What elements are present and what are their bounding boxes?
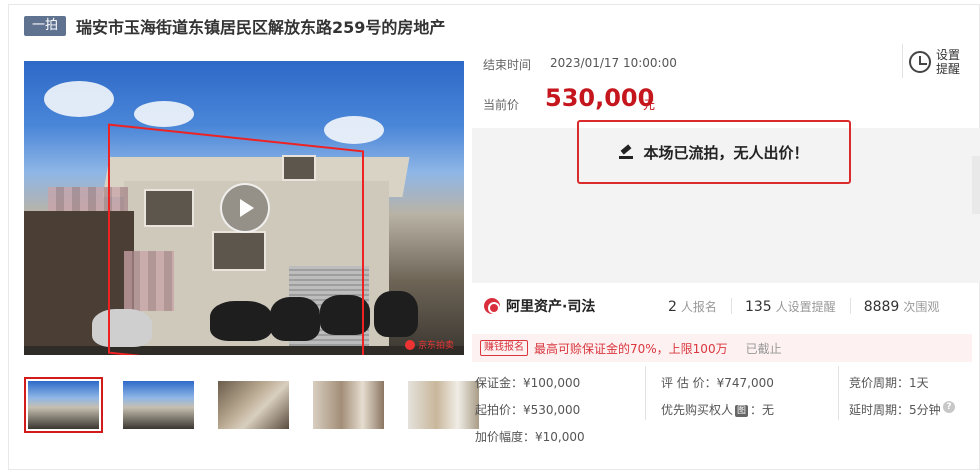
alarm-clock-icon bbox=[909, 51, 931, 73]
promo-status: 已截止 bbox=[745, 341, 782, 356]
page-title: 瑞安市玉海街道东镇居民区解放东路259号的房地产 bbox=[76, 18, 446, 37]
help-circle-icon[interactable]: ? bbox=[943, 401, 955, 413]
auction-status-text: 本场已流拍，无人出价！ bbox=[643, 143, 809, 162]
signup-count: 2 人报名 bbox=[668, 298, 717, 315]
scroll-edge bbox=[972, 156, 980, 214]
priority-info-badge[interactable]: 图 bbox=[735, 405, 749, 417]
bid-cycle: 竞价周期：1天 bbox=[849, 376, 929, 390]
cloud bbox=[134, 101, 194, 127]
set-reminder-button[interactable]: 设置提醒 bbox=[902, 44, 973, 80]
current-price: 530,000 bbox=[545, 84, 655, 112]
divider bbox=[645, 366, 646, 420]
ali-assets-logo-icon bbox=[484, 298, 500, 314]
play-icon[interactable] bbox=[220, 183, 270, 233]
priority-buyer: 优先购买权人图：无 bbox=[661, 403, 775, 417]
starting-price: 起拍价：¥530,000 bbox=[475, 403, 581, 417]
main-photo[interactable]: 京东拍卖 bbox=[24, 61, 464, 355]
thumbnail-3[interactable] bbox=[214, 377, 293, 433]
brand-name: 阿里资产·司法 bbox=[506, 299, 596, 315]
cloud bbox=[324, 116, 384, 144]
end-time-value: 2023/01/17 10:00:00 bbox=[550, 56, 677, 70]
promo-text: 最高可赊保证金的70%，上限100万 bbox=[534, 341, 728, 356]
auction-status-box: 本场已流拍，无人出价！ bbox=[577, 120, 851, 184]
thumbnail-5[interactable] bbox=[404, 377, 483, 433]
set-reminder-label: 设置提醒 bbox=[936, 48, 961, 76]
gavel-icon bbox=[619, 144, 635, 160]
bid-increment: 加价幅度：¥10,000 bbox=[475, 430, 585, 444]
stats-row: 阿里资产·司法 2 人报名 135 人设置提醒 8889 次围观 bbox=[472, 288, 972, 324]
view-count: 8889 次围观 bbox=[849, 297, 954, 315]
cloud bbox=[44, 81, 114, 117]
scooter bbox=[374, 291, 418, 337]
title-row: 一拍 瑞安市玉海街道东镇居民区解放东路259号的房地产 bbox=[24, 14, 445, 38]
deposit-amount: 保证金：¥100,000 bbox=[475, 376, 581, 390]
end-time-label: 结束时间 bbox=[483, 58, 532, 72]
brand-logo[interactable]: 阿里资产·司法 bbox=[484, 296, 654, 316]
reminder-count: 135 人设置提醒 bbox=[730, 297, 850, 315]
deposit-loan-promo[interactable]: 赚钱报名 最高可赊保证金的70%，上限100万 已截止 bbox=[472, 334, 972, 362]
photo-watermark: 京东拍卖 bbox=[404, 338, 454, 351]
current-price-label: 当前价 bbox=[483, 98, 520, 112]
promo-tag: 赚钱报名 bbox=[480, 340, 528, 356]
thumbnail-4[interactable] bbox=[309, 377, 388, 433]
delay-cycle: 延时周期：5分钟 bbox=[849, 403, 941, 417]
thumbnail-1[interactable] bbox=[24, 377, 103, 433]
price-unit: 元 bbox=[643, 98, 656, 112]
watermark-logo-icon bbox=[404, 339, 415, 350]
auction-round-tag: 一拍 bbox=[24, 16, 67, 36]
appraisal-price: 评 估 价：¥747,000 bbox=[661, 376, 774, 390]
divider bbox=[838, 366, 839, 420]
thumbnail-strip bbox=[24, 377, 483, 433]
property-outline bbox=[108, 123, 364, 355]
thumbnail-2[interactable] bbox=[119, 377, 198, 433]
